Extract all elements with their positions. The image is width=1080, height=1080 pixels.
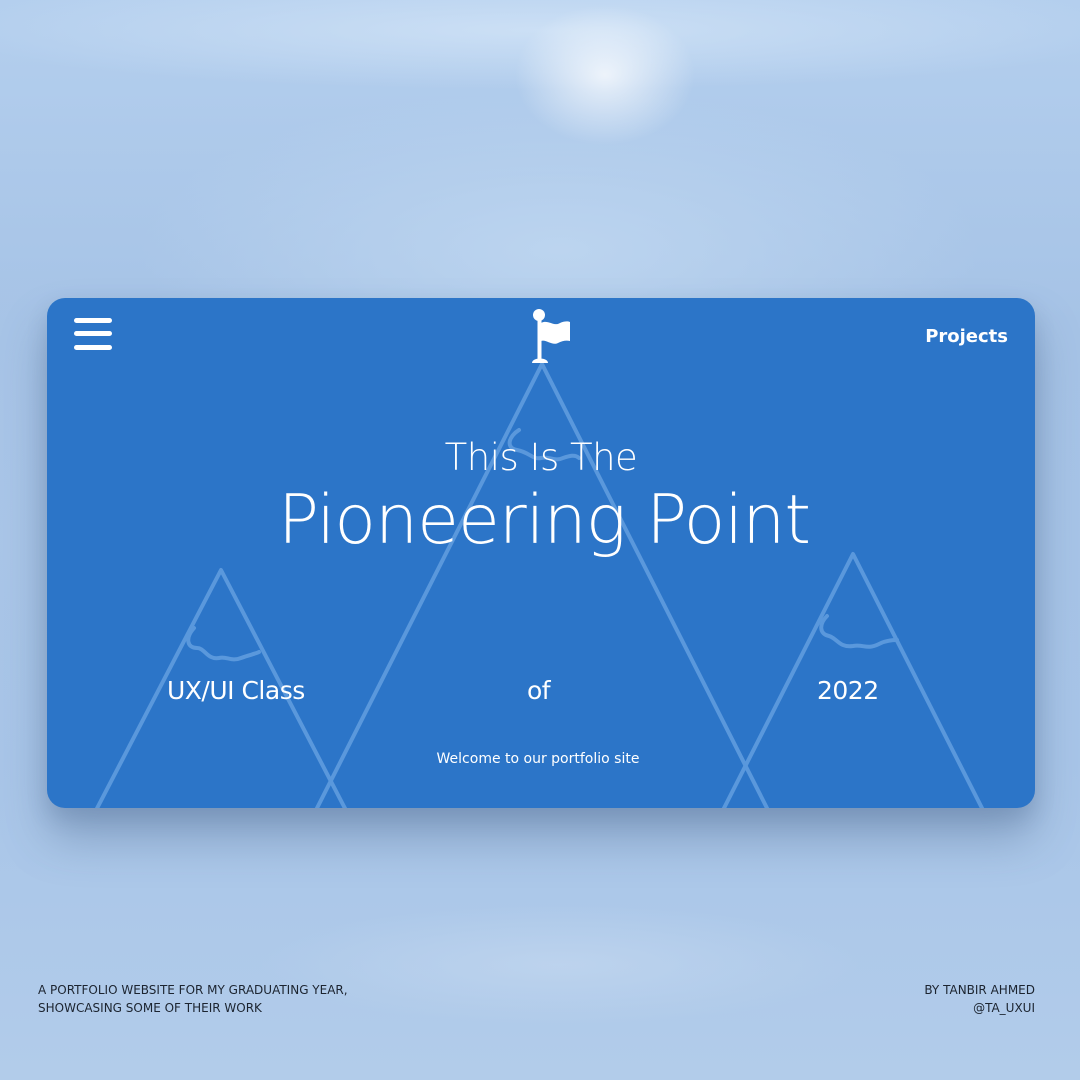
flag-icon[interactable] xyxy=(530,307,572,367)
footer-description: A PORTFOLIO WEBSITE FOR MY GRADUATING YE… xyxy=(38,981,348,1017)
footer-description-line: SHOWCASING SOME OF THEIR WORK xyxy=(38,1001,262,1015)
welcome-text: Welcome to our portfolio site xyxy=(436,751,640,767)
left-mountain-snow xyxy=(186,626,261,662)
of-label: of xyxy=(527,676,551,705)
menu-line xyxy=(74,318,112,323)
projects-nav-link[interactable]: Projects xyxy=(925,326,1008,347)
footer-credit: BY TANBIR AHMED @TA_UXUI xyxy=(924,981,1035,1017)
menu-line xyxy=(74,345,112,350)
class-label: UX/UI Class xyxy=(167,676,305,705)
hero-pre-title: This Is The xyxy=(444,436,638,479)
footer-author: BY TANBIR AHMED xyxy=(924,983,1035,997)
year-label: 2022 xyxy=(817,676,879,705)
footer-description-line: A PORTFOLIO WEBSITE FOR MY GRADUATING YE… xyxy=(38,983,348,997)
website-hero-card: Projects This Is The Pioneering Point UX… xyxy=(47,298,1035,808)
footer-handle: @TA_UXUI xyxy=(973,1001,1035,1015)
hero-title: Pioneering Point xyxy=(278,481,811,560)
hamburger-menu-icon[interactable] xyxy=(74,318,112,350)
center-mountain-outline xyxy=(314,362,770,808)
menu-line xyxy=(74,331,112,336)
